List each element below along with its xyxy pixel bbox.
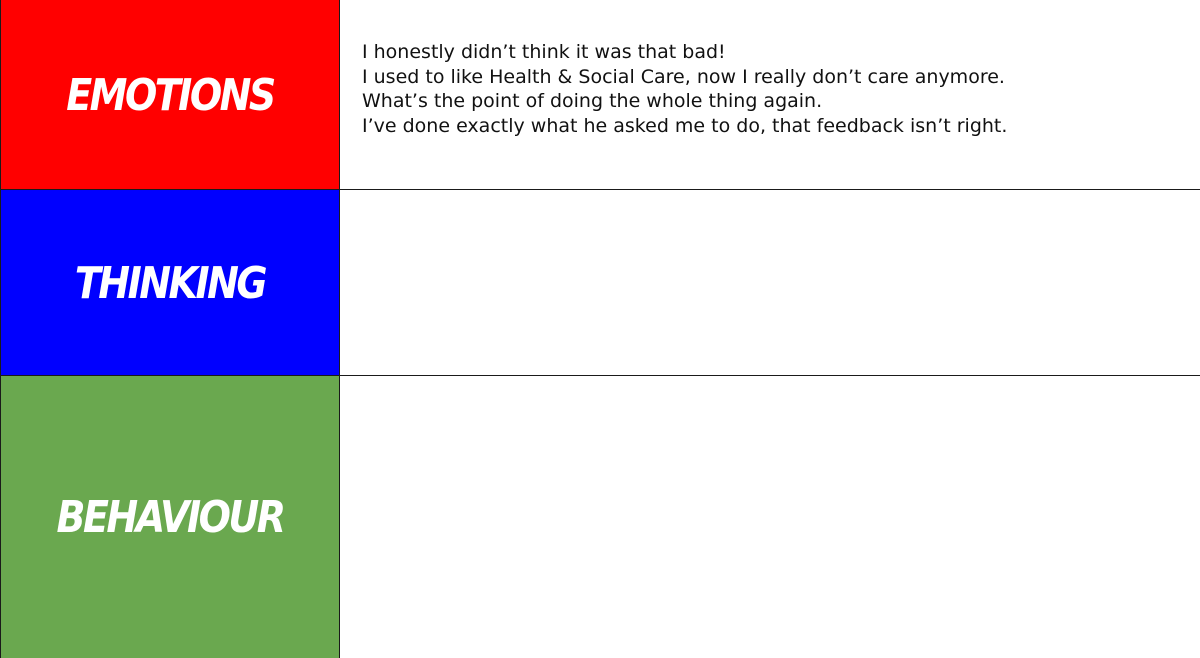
- row-divider: [0, 189, 1200, 190]
- row-divider: [0, 375, 1200, 376]
- emotions-thinking-behaviour-table: EMOTIONS I honestly didn’t think it was …: [0, 0, 1200, 658]
- emotions-line-2: I used to like Health & Social Care, now…: [362, 65, 1005, 88]
- emotions-line-4: I’ve done exactly what he asked me to do…: [362, 114, 1008, 137]
- emotions-row: EMOTIONS I honestly didn’t think it was …: [0, 0, 1200, 190]
- behaviour-content-cell[interactable]: [340, 376, 1200, 658]
- behaviour-label: BEHAVIOUR: [56, 491, 286, 543]
- emotions-line-3: What’s the point of doing the whole thin…: [362, 90, 823, 112]
- emotions-content-cell[interactable]: I honestly didn’t think it was that bad!…: [340, 0, 1200, 190]
- thinking-label: THINKING: [74, 257, 268, 309]
- thinking-row: THINKING: [0, 190, 1200, 376]
- thinking-label-cell: THINKING: [0, 190, 340, 376]
- thinking-content-cell[interactable]: [340, 190, 1200, 376]
- emotions-line-1: I honestly didn’t think it was that bad!: [362, 41, 726, 63]
- emotions-label: EMOTIONS: [66, 69, 276, 121]
- emotions-label-cell: EMOTIONS: [0, 0, 340, 190]
- behaviour-label-cell: BEHAVIOUR: [0, 376, 340, 658]
- behaviour-row: BEHAVIOUR: [0, 376, 1200, 658]
